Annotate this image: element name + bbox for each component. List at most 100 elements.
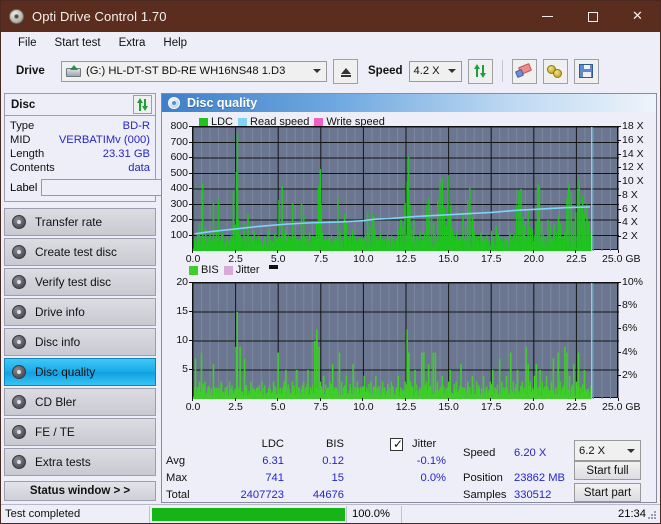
- x-tick-mark: [234, 398, 236, 401]
- disc-row-value: BD-R: [122, 120, 150, 132]
- application-window: Opti Drive Control 1.70 ✕ File Start tes…: [0, 0, 661, 524]
- resize-grip[interactable]: [648, 511, 658, 521]
- save-button[interactable]: [573, 58, 599, 84]
- stats-max-ldc: 741: [265, 472, 284, 484]
- menu-item-extra[interactable]: Extra: [110, 35, 155, 51]
- refresh-button[interactable]: [467, 58, 493, 84]
- sidebar-item-create-test-disc[interactable]: Create test disc: [4, 238, 156, 266]
- y2-tick-mark: [618, 153, 621, 155]
- y-tick-mark: [189, 369, 192, 370]
- disc-properties: Type BD-R MID VERBATIMv (000) Length 23.…: [5, 116, 244, 201]
- test-speed-select[interactable]: 6.2 X: [574, 440, 641, 461]
- menu-item-start-test[interactable]: Start test: [46, 35, 110, 51]
- ldc-chart: 100 200 300 400 500 600 700 800 2 X4 X6 X8 X 10 X…: [162, 120, 658, 268]
- progress-bar: [149, 505, 346, 523]
- menu-item-file[interactable]: File: [9, 35, 46, 51]
- sidebar-item-drive-info[interactable]: Drive info: [4, 298, 156, 326]
- bis-chart-legend: BIS Jitter: [189, 264, 278, 276]
- progress-bar-fill: [152, 507, 345, 521]
- y-tick-label: 20: [176, 276, 188, 288]
- sidebar-item-transfer-rate[interactable]: Transfer rate: [4, 208, 156, 236]
- disc-quality-panel: Disc quality LDC Read speed Write speed: [161, 93, 657, 503]
- y2-tick-mark: [618, 181, 621, 183]
- save-icon: [579, 64, 594, 78]
- x-tick-mark: [618, 250, 619, 253]
- menu-bar: File Start test Extra Help: [1, 32, 660, 54]
- start-full-button[interactable]: Start full: [574, 461, 641, 480]
- legend-swatch-jitter: [223, 265, 233, 275]
- y2-tick-mark: [618, 328, 621, 330]
- erase-button[interactable]: [511, 58, 537, 84]
- disc-panel-header: Disc: [5, 94, 155, 116]
- disc-icon: [12, 454, 27, 470]
- stats-avg-ldc: 6.31: [262, 455, 284, 467]
- sidebar-item-fe-te[interactable]: FE / TE: [4, 418, 156, 446]
- sidebar-item-label: Transfer rate: [35, 215, 103, 229]
- disc-row-key: Contents: [10, 162, 55, 174]
- minimize-button[interactable]: [525, 1, 570, 32]
- x-tick-label: 10.0: [353, 253, 374, 265]
- y2-tick-mark: [618, 194, 621, 196]
- maximize-button[interactable]: [570, 1, 615, 32]
- disc-info-panel: Disc Type BD-R MID VERBATIMv (000) Lengt…: [4, 93, 244, 202]
- jitter-checkbox[interactable]: ✓: [390, 438, 403, 451]
- x-tick-mark: [362, 250, 364, 253]
- disc-row-key: Type: [10, 120, 35, 132]
- plot-area: [192, 126, 619, 251]
- start-part-button[interactable]: Start part: [574, 483, 641, 502]
- y-tick-label: 400: [170, 182, 188, 194]
- speed-select[interactable]: 4.2 X: [408, 60, 462, 82]
- drive-select[interactable]: (G:) HL-DT-ST BD-RE WH16NS48 1.D3: [61, 60, 327, 82]
- menu-item-help[interactable]: Help: [154, 35, 196, 51]
- disc-refresh-button[interactable]: [133, 95, 152, 114]
- app-disc-icon: [9, 8, 25, 25]
- y2-tick-label: 4 X: [622, 216, 638, 229]
- x-tick-label: 17.5: [480, 401, 502, 413]
- disc-icon: [12, 214, 27, 230]
- bitsetting-button[interactable]: [542, 58, 568, 84]
- drive-icon: [66, 64, 82, 78]
- sidebar-item-disc-quality[interactable]: Disc quality: [4, 358, 156, 386]
- sidebar-item-label: CD Bler: [35, 395, 77, 409]
- sidebar-item-label: Disc quality: [35, 365, 96, 379]
- status-text: Test completed: [5, 508, 81, 520]
- sidebar-item-disc-info[interactable]: Disc info: [4, 328, 156, 356]
- x-tick-label: 15.0: [438, 401, 459, 413]
- x-tick-label: 7.5: [313, 253, 329, 265]
- y2-tick-label: 8%: [622, 299, 638, 312]
- y2-tick-mark: [618, 236, 621, 238]
- status-window-wrap: Status window > >: [4, 481, 156, 501]
- sidebar-item-cd-bler[interactable]: CD Bler: [4, 388, 156, 416]
- x-tick-label: 25.0 GB: [602, 401, 641, 413]
- sidebar-item-label: FE / TE: [35, 425, 75, 439]
- disc-icon: [12, 394, 27, 410]
- sidebar-item-extra-tests[interactable]: Extra tests: [4, 448, 156, 476]
- sidebar-item-label: Verify test disc: [35, 275, 112, 289]
- disc-icon: [12, 424, 27, 440]
- x-tick-mark: [192, 250, 193, 253]
- sidebar-item-label: Create test disc: [35, 245, 117, 259]
- y2-tick-label: 10 X: [622, 175, 644, 188]
- x-tick-label: 5.0: [270, 401, 286, 413]
- x-tick-mark: [192, 398, 193, 401]
- disc-row-contents: Contents data: [10, 161, 150, 175]
- chevron-down-icon: [313, 69, 321, 73]
- legend-item-bis: BIS: [189, 264, 219, 276]
- x-tick-label: 17.5: [480, 253, 502, 265]
- x-tick-label: 22.5: [566, 253, 587, 265]
- window-controls: ✕: [525, 1, 660, 32]
- sidebar-item-verify-test-disc[interactable]: Verify test disc: [4, 268, 156, 296]
- x-tick-mark: [277, 398, 279, 401]
- stats-max-bis: 15: [331, 472, 344, 484]
- close-button[interactable]: ✕: [615, 1, 660, 32]
- status-window-button[interactable]: Status window > >: [4, 481, 156, 501]
- speed-select-value: 4.2 X: [413, 65, 440, 77]
- x-tick-label: 25.0 GB: [602, 253, 641, 265]
- y-tick-mark: [189, 234, 192, 236]
- x-tick-label: 12.5: [395, 253, 417, 265]
- y2-tick-mark: [618, 305, 621, 307]
- x-tick-mark: [490, 250, 492, 253]
- status-bar: Test completed 100.0% 21:34: [1, 504, 660, 523]
- eject-button[interactable]: [333, 58, 358, 84]
- y-tick-label: 15: [176, 305, 188, 317]
